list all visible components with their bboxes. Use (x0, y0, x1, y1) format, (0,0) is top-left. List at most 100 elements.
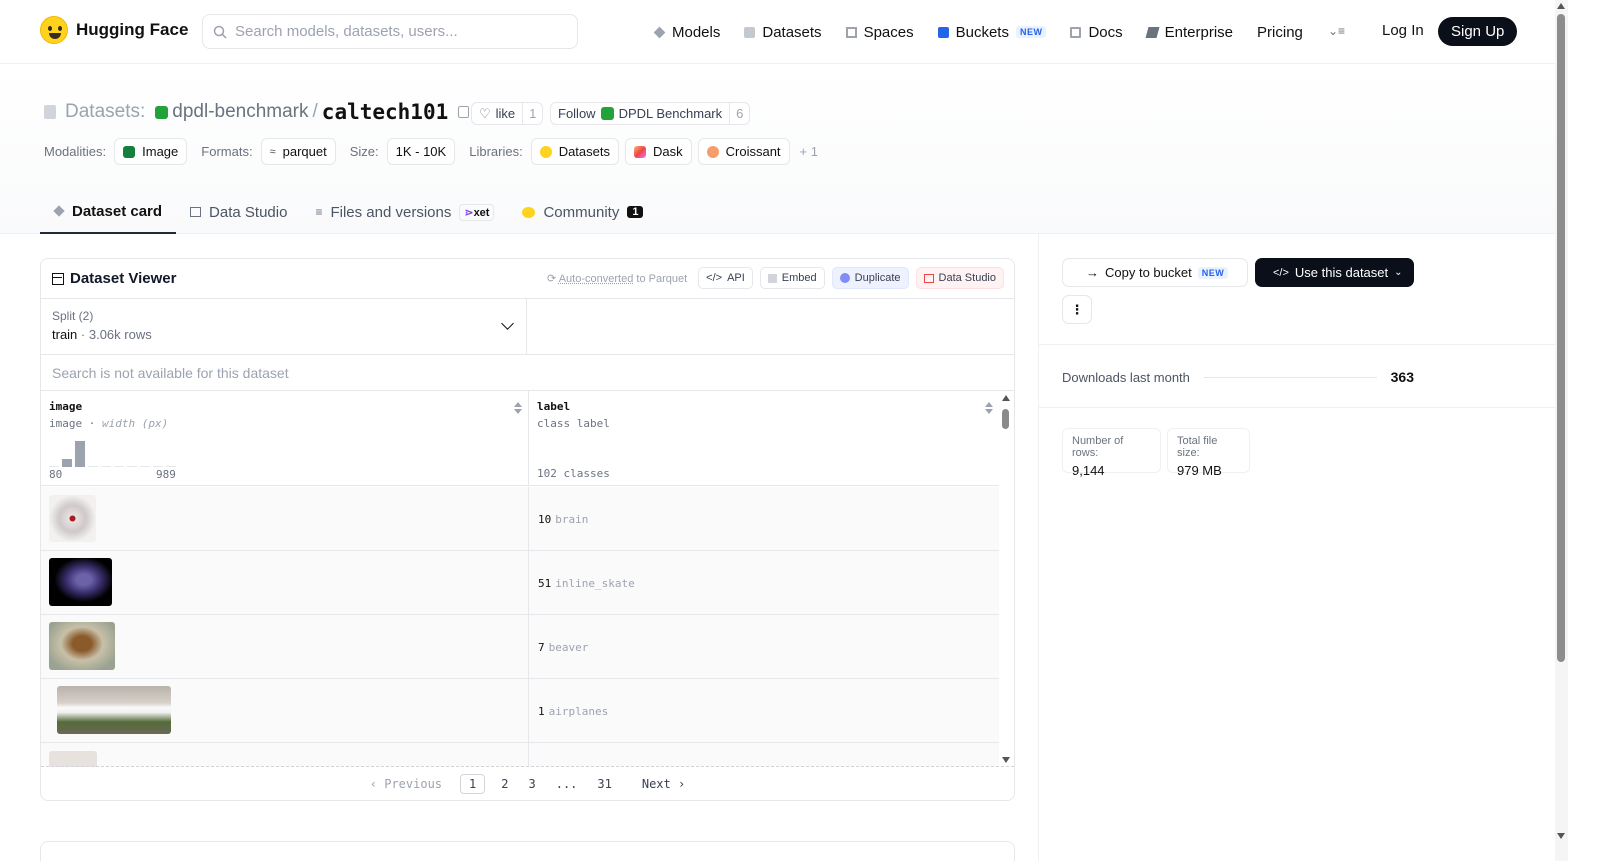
page-31[interactable]: 31 (587, 775, 621, 793)
width-histogram (49, 439, 179, 467)
column-header-image[interactable]: image image · width (px) 80 989 (41, 391, 529, 486)
scroll-down-icon[interactable] (1557, 833, 1565, 839)
copy-icon[interactable] (458, 106, 470, 118)
nav-datasets[interactable]: Datasets (744, 18, 822, 46)
cube-icon (653, 26, 666, 38)
like-button[interactable]: ♡ like 1 (471, 102, 544, 125)
parquet-icon: ≈ (269, 145, 276, 158)
data-studio-button[interactable]: Data Studio (915, 267, 1004, 289)
scroll-up-icon[interactable] (1557, 3, 1565, 9)
table-row[interactable]: 1 airplanes (41, 679, 999, 743)
auto-converted-note: ⟳ Auto-converted to Parquet (547, 272, 688, 285)
viewer-search: Search is not available for this dataset (41, 355, 1014, 391)
column-header-label[interactable]: label class label 102 classes (529, 391, 999, 486)
more-libraries[interactable]: + 1 (800, 144, 818, 159)
page-1[interactable]: 1 (460, 773, 486, 794)
like-count: 1 (529, 106, 537, 121)
repo-name[interactable]: caltech101 (322, 100, 448, 124)
tab-data-studio[interactable]: Data Studio (176, 190, 301, 234)
nav-enterprise[interactable]: Enterprise (1145, 18, 1233, 46)
tag-library-dask[interactable]: Dask (625, 138, 692, 165)
xet-badge: ⋗xet (459, 203, 495, 221)
page-scrollbar[interactable] (1555, 0, 1568, 861)
downloads-value: 363 (1390, 369, 1414, 385)
split-row: Split (2) train · 3.06k rows (41, 299, 1014, 355)
tag-size[interactable]: 1K - 10K (386, 138, 456, 165)
nav-spaces[interactable]: Spaces (845, 18, 914, 46)
tab-dataset-card[interactable]: Dataset card (40, 190, 177, 234)
tag-format-parquet[interactable]: ≈ parquet (260, 138, 336, 165)
pagination: ‹ Previous 1 2 3 ... 31 Next › (41, 766, 1014, 800)
top-nav: Hugging Face Models Datasets Spaces Buck… (0, 0, 1555, 64)
table-row[interactable]: 51 inline_skate (41, 551, 999, 615)
split-value: train (52, 327, 78, 342)
table-icon (923, 273, 934, 283)
duplicate-button[interactable]: Duplicate (831, 267, 909, 289)
table-row[interactable] (41, 743, 999, 767)
dataset-card-box (40, 841, 1015, 861)
scroll-down-icon[interactable] (1002, 757, 1010, 763)
downloads-stat: Downloads last month 363 (1062, 369, 1414, 385)
search-icon (213, 25, 227, 39)
community-icon (522, 206, 536, 218)
sort-icon[interactable] (985, 402, 993, 414)
org-avatar-icon (155, 105, 169, 119)
tag-modality-image[interactable]: Image (114, 138, 188, 165)
sort-icon[interactable] (514, 402, 522, 414)
prev-page[interactable]: ‹ Previous (360, 775, 452, 793)
use-this-dataset-button[interactable]: </> Use this dataset ⌄ (1255, 258, 1414, 287)
histogram-bar (166, 465, 176, 467)
book-icon (1070, 26, 1082, 38)
nav-buckets[interactable]: Buckets NEW (937, 18, 1047, 46)
divider (1039, 407, 1555, 408)
more-options-icon[interactable]: ⋮ (1062, 295, 1092, 324)
tab-files-and-versions[interactable]: ≡ Files and versions ⋗xet (301, 190, 508, 234)
table-scrollbar[interactable] (1000, 391, 1012, 767)
tab-community[interactable]: Community 1 (508, 190, 657, 234)
signup-button[interactable]: Sign Up (1438, 17, 1518, 46)
page-3[interactable]: 3 (518, 775, 545, 793)
search-input[interactable] (235, 23, 555, 40)
hugging-face-icon (539, 145, 552, 158)
nav-pricing[interactable]: Pricing (1257, 18, 1303, 46)
datasets-link[interactable]: Datasets: (65, 101, 145, 123)
database-icon (44, 105, 56, 119)
refresh-icon: ⟳ (547, 272, 557, 285)
table-row[interactable]: 7 beaver (41, 615, 999, 679)
next-page[interactable]: Next › (632, 775, 695, 793)
table-row[interactable]: 10 brain (41, 487, 999, 551)
image-thumbnail-brain[interactable] (49, 495, 96, 542)
duplicate-icon (839, 273, 850, 283)
viewer-actions: ⟳ Auto-converted to Parquet </> API Embed… (547, 267, 1004, 289)
api-button[interactable]: </> API (698, 267, 753, 289)
scroll-thumb[interactable] (1002, 409, 1009, 429)
search-box[interactable] (202, 14, 578, 49)
nav-docs[interactable]: Docs (1070, 18, 1123, 46)
follow-button[interactable]: Follow DPDL Benchmark 6 (550, 102, 751, 125)
page-2[interactable]: 2 (491, 775, 518, 793)
chevron-down-icon: ⌄ (1394, 267, 1403, 278)
scroll-up-icon[interactable] (1002, 395, 1010, 401)
nav-models[interactable]: Models (653, 18, 720, 46)
hist-max: 989 (156, 468, 176, 481)
image-thumbnail[interactable] (49, 751, 97, 767)
image-thumbnail-airplane[interactable] (57, 686, 171, 734)
histogram-bar (75, 441, 85, 467)
bucket-icon (937, 26, 949, 38)
brand-logo[interactable]: Hugging Face (40, 16, 188, 44)
embed-button[interactable]: Embed (759, 267, 825, 289)
tag-library-croissant[interactable]: Croissant (697, 138, 790, 165)
split-selector[interactable]: Split (2) train · 3.06k rows (41, 299, 527, 354)
tag-library-datasets[interactable]: Datasets (530, 138, 619, 165)
image-thumbnail-inline-skate[interactable] (49, 558, 112, 606)
more-menu-icon[interactable]: ⌄≡ (1328, 24, 1345, 38)
image-icon (123, 145, 136, 158)
org-link[interactable]: dpdl-benchmark (172, 101, 308, 123)
image-thumbnail-beaver[interactable] (49, 622, 115, 670)
breadcrumb-separator: / (312, 101, 318, 122)
login-link[interactable]: Log In (1382, 22, 1424, 39)
breadcrumb: Datasets: dpdl-benchmark / caltech101 (44, 100, 470, 124)
scroll-thumb[interactable] (1557, 14, 1565, 662)
copy-to-bucket-button[interactable]: → Copy to bucket NEW (1062, 258, 1248, 287)
data-table: image image · width (px) 80 989 label cl… (41, 391, 1014, 767)
